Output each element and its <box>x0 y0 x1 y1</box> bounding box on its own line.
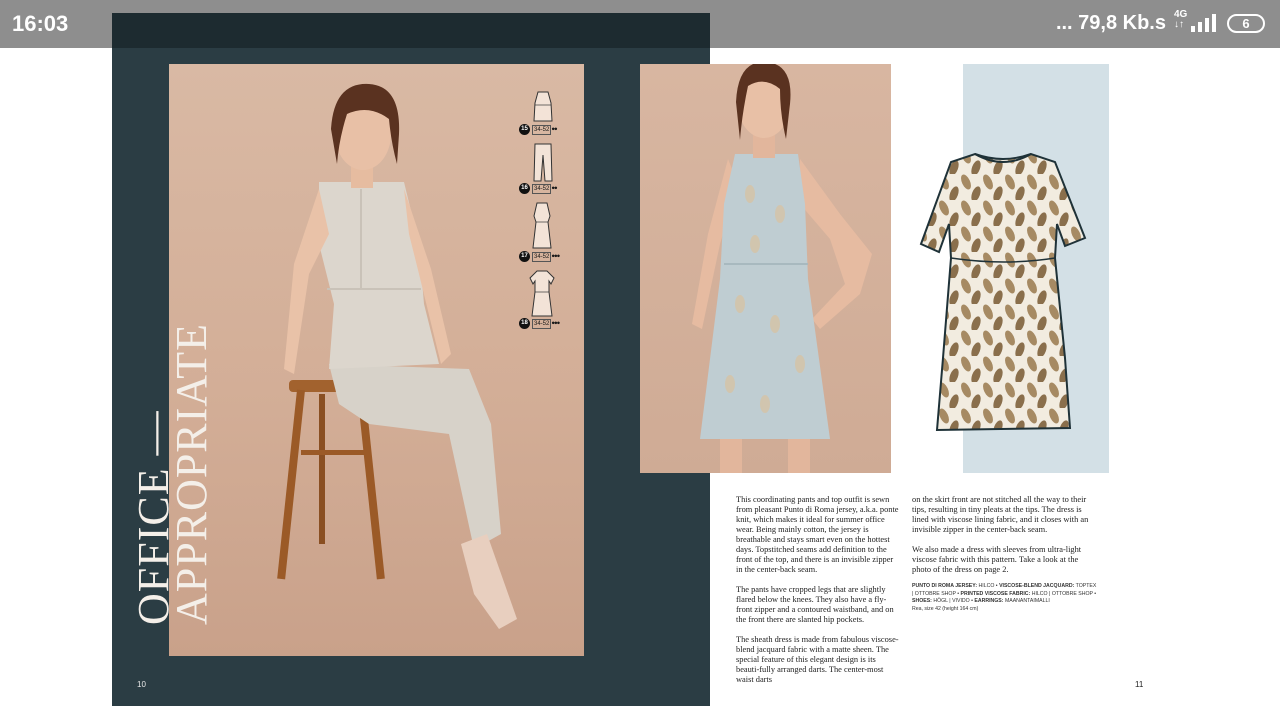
woman-on-stool-illustration <box>277 83 517 629</box>
model-note: Rea, size 42 (height 164 cm) <box>912 605 979 612</box>
body-text-column-1: This coordinating pants and top outfit i… <box>736 495 899 695</box>
sleeved-dress-pattern-icon <box>529 270 555 317</box>
sheath-dress-pattern-icon <box>532 202 552 249</box>
woman-in-dress-illustration <box>692 64 872 473</box>
clock: 16:03 <box>12 11 69 36</box>
page-title: OFFICE — APPROPRIATE <box>129 323 216 625</box>
fabric-credits: PUNTO DI ROMA JERSEY: HILCO • VISCOSE-BL… <box>912 583 1097 612</box>
paragraph: This coordinating pants and top outfit i… <box>736 495 899 574</box>
pattern-15-badge: 15 34-52 ●● <box>519 124 558 135</box>
paragraph: We also made a dress with sleeves from u… <box>912 545 1082 574</box>
dress-photo <box>640 64 891 473</box>
pattern-18-badge: 18 34-52 ●●● <box>519 318 560 329</box>
battery-level: 6 <box>1242 16 1250 31</box>
status-bar-overlay <box>112 13 710 48</box>
dress-sketch-illustration <box>919 152 1087 432</box>
pants-pattern-icon <box>533 143 553 182</box>
top-pattern-icon <box>533 91 553 122</box>
paragraph: on the skirt front are not stitched all … <box>912 495 1089 534</box>
pattern-17-badge: 17 34-52 ●●● <box>519 251 560 262</box>
page-number-left: 10 <box>137 680 146 689</box>
title-line-2: APPROPRIATE <box>167 323 216 625</box>
network-type-icon: 4G ↓↑ <box>1174 9 1188 30</box>
body-text-column-2: on the skirt front are not stitched all … <box>912 495 1098 613</box>
paragraph: The sheath dress is made from fabulous v… <box>736 635 899 684</box>
paragraph: The pants have cropped legs that are sli… <box>736 585 894 624</box>
network-speed: ... 79,8 Kb.s <box>1055 12 1166 34</box>
page-number-right: 11 <box>1135 680 1144 689</box>
outfit-photo <box>169 64 584 656</box>
signal-icon <box>1191 14 1216 32</box>
battery-icon: 6 <box>1227 14 1265 33</box>
pattern-16-badge: 16 34-52 ●● <box>519 183 558 194</box>
